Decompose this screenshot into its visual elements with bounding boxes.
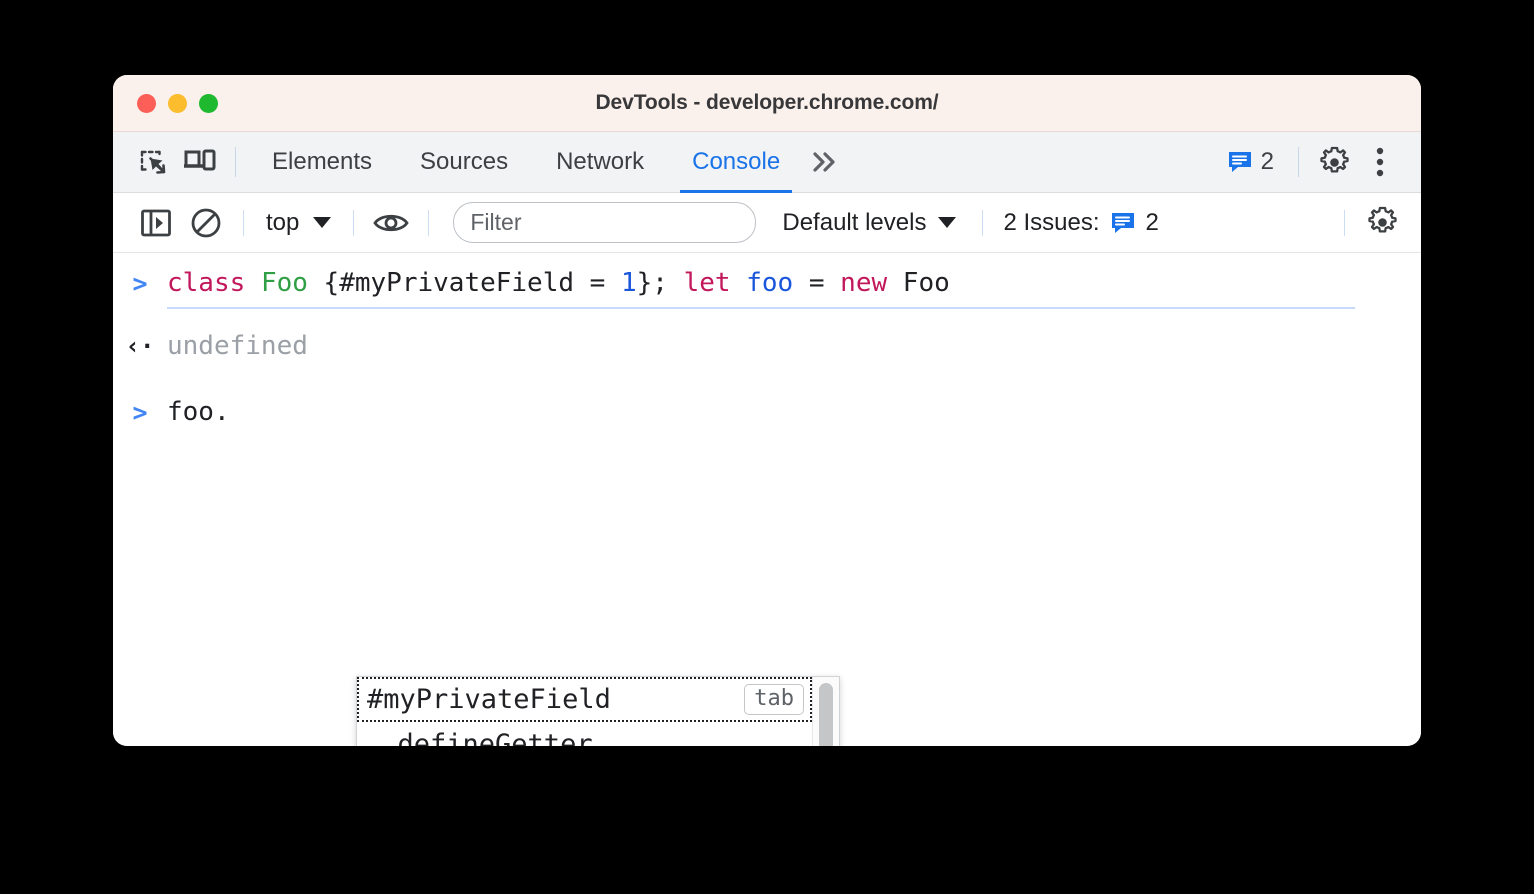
console-prompt-row[interactable]: > foo. bbox=[113, 370, 1421, 437]
tab-sources-label: Sources bbox=[420, 148, 509, 175]
console-toolbar-divider-1 bbox=[243, 209, 244, 236]
tab-console[interactable]: Console bbox=[668, 132, 804, 193]
autocomplete-popup[interactable]: #myPrivateField tab __defineGetter__ __d… bbox=[356, 676, 840, 746]
filter-input-placeholder: Filter bbox=[470, 209, 522, 235]
issues-bubble-icon bbox=[1227, 149, 1253, 175]
execution-context-label: top bbox=[266, 208, 300, 236]
gear-icon[interactable] bbox=[1311, 140, 1357, 184]
device-toolbar-icon[interactable] bbox=[177, 140, 223, 184]
tab-console-label: Console bbox=[692, 148, 781, 175]
tab-elements-label: Elements bbox=[272, 148, 373, 175]
token-keyword-new: new bbox=[840, 268, 888, 298]
tab-network[interactable]: Network bbox=[532, 132, 668, 193]
issues-bubble-icon bbox=[1110, 210, 1136, 236]
autocomplete-scrollbar-thumb[interactable] bbox=[819, 683, 833, 746]
token-keyword: class bbox=[167, 268, 246, 298]
issues-summary-count: 2 bbox=[1145, 208, 1159, 236]
tab-bar-right-divider bbox=[1298, 147, 1299, 177]
log-levels-selector[interactable]: Default levels bbox=[768, 209, 970, 237]
tab-bar-divider bbox=[235, 147, 236, 177]
token-variable: foo bbox=[746, 268, 794, 298]
tab-key-badge: tab bbox=[744, 684, 804, 715]
live-expression-eye-icon[interactable] bbox=[366, 201, 416, 245]
console-toolbar: top Filter Default levels 2 Issues: 2 bbox=[113, 193, 1421, 253]
autocomplete-item[interactable]: __defineGetter__ bbox=[357, 722, 812, 746]
tab-sources[interactable]: Sources bbox=[396, 132, 532, 193]
more-options-icon[interactable] bbox=[1357, 140, 1403, 184]
console-toolbar-divider-3 bbox=[428, 209, 430, 236]
console-toolbar-divider-5 bbox=[1344, 209, 1345, 236]
issues-counter-value: 2 bbox=[1260, 148, 1274, 175]
console-entry-code: class Foo {#myPrivateField = 1}; let foo… bbox=[167, 267, 950, 300]
autocomplete-list: #myPrivateField tab __defineGetter__ __d… bbox=[357, 677, 812, 746]
chevron-down-icon bbox=[938, 217, 957, 228]
traffic-lights bbox=[137, 75, 218, 131]
console-output[interactable]: > class Foo {#myPrivateField = 1}; let f… bbox=[113, 253, 1421, 746]
console-toolbar-right bbox=[1332, 201, 1421, 245]
token-space-2 bbox=[731, 268, 747, 298]
panel-tabs: Elements Sources Network Console bbox=[248, 132, 804, 193]
token-keyword-let: let bbox=[683, 268, 731, 298]
title-bar: DevTools - developer.chrome.com/ bbox=[113, 75, 1421, 132]
console-sidebar-toggle-icon[interactable] bbox=[131, 201, 181, 245]
window-title: DevTools - developer.chrome.com/ bbox=[595, 91, 939, 114]
tab-elements[interactable]: Elements bbox=[248, 132, 396, 193]
issues-summary[interactable]: 2 Issues: 2 bbox=[995, 209, 1166, 237]
token-ctor: Foo bbox=[887, 268, 950, 298]
clear-console-icon[interactable] bbox=[181, 201, 231, 245]
devtools-tab-bar: Elements Sources Network Console 2 bbox=[113, 132, 1421, 193]
tab-network-label: Network bbox=[556, 148, 645, 175]
console-toolbar-divider-4 bbox=[982, 209, 984, 236]
chevron-down-icon bbox=[313, 217, 332, 228]
filter-input[interactable]: Filter bbox=[453, 202, 757, 243]
issues-counter[interactable]: 2 bbox=[1215, 148, 1286, 176]
console-result-value: undefined bbox=[167, 330, 308, 361]
token-body: {#myPrivateField = bbox=[307, 268, 621, 298]
screen: DevTools - developer.chrome.com/ Element… bbox=[0, 0, 1534, 894]
console-toolbar-divider-2 bbox=[353, 209, 355, 236]
autocomplete-item-selected[interactable]: #myPrivateField tab bbox=[357, 677, 812, 722]
inspect-element-icon[interactable] bbox=[131, 140, 177, 184]
autocomplete-item-label: #myPrivateField bbox=[367, 684, 611, 715]
token-number: 1 bbox=[620, 268, 637, 298]
issues-summary-label: 2 Issues: bbox=[1003, 208, 1100, 236]
console-entry-output: ‹· undefined bbox=[113, 308, 1421, 371]
more-tabs-icon[interactable] bbox=[804, 149, 854, 175]
console-settings-gear-icon[interactable] bbox=[1357, 201, 1407, 245]
autocomplete-scrollbar[interactable] bbox=[812, 677, 839, 746]
token-class-name: Foo bbox=[260, 268, 308, 298]
maximize-window-button[interactable] bbox=[199, 93, 218, 113]
prompt-arrow-icon: > bbox=[132, 269, 148, 298]
close-window-button[interactable] bbox=[137, 93, 156, 113]
execution-context-selector[interactable]: top bbox=[256, 209, 341, 237]
token-equals: = bbox=[793, 268, 841, 298]
result-arrow-icon: ‹· bbox=[125, 331, 155, 360]
console-prompt-text: foo. bbox=[167, 397, 230, 427]
devtools-window: DevTools - developer.chrome.com/ Element… bbox=[113, 75, 1421, 746]
console-entry-input: > class Foo {#myPrivateField = 1}; let f… bbox=[113, 253, 1421, 309]
prompt-arrow-icon: > bbox=[132, 398, 148, 427]
minimize-window-button[interactable] bbox=[168, 93, 187, 113]
log-levels-label: Default levels bbox=[782, 208, 927, 236]
token-brace: }; bbox=[636, 268, 684, 298]
tab-bar-right-actions: 2 bbox=[1215, 132, 1421, 193]
autocomplete-item-label: __defineGetter__ bbox=[365, 729, 626, 746]
